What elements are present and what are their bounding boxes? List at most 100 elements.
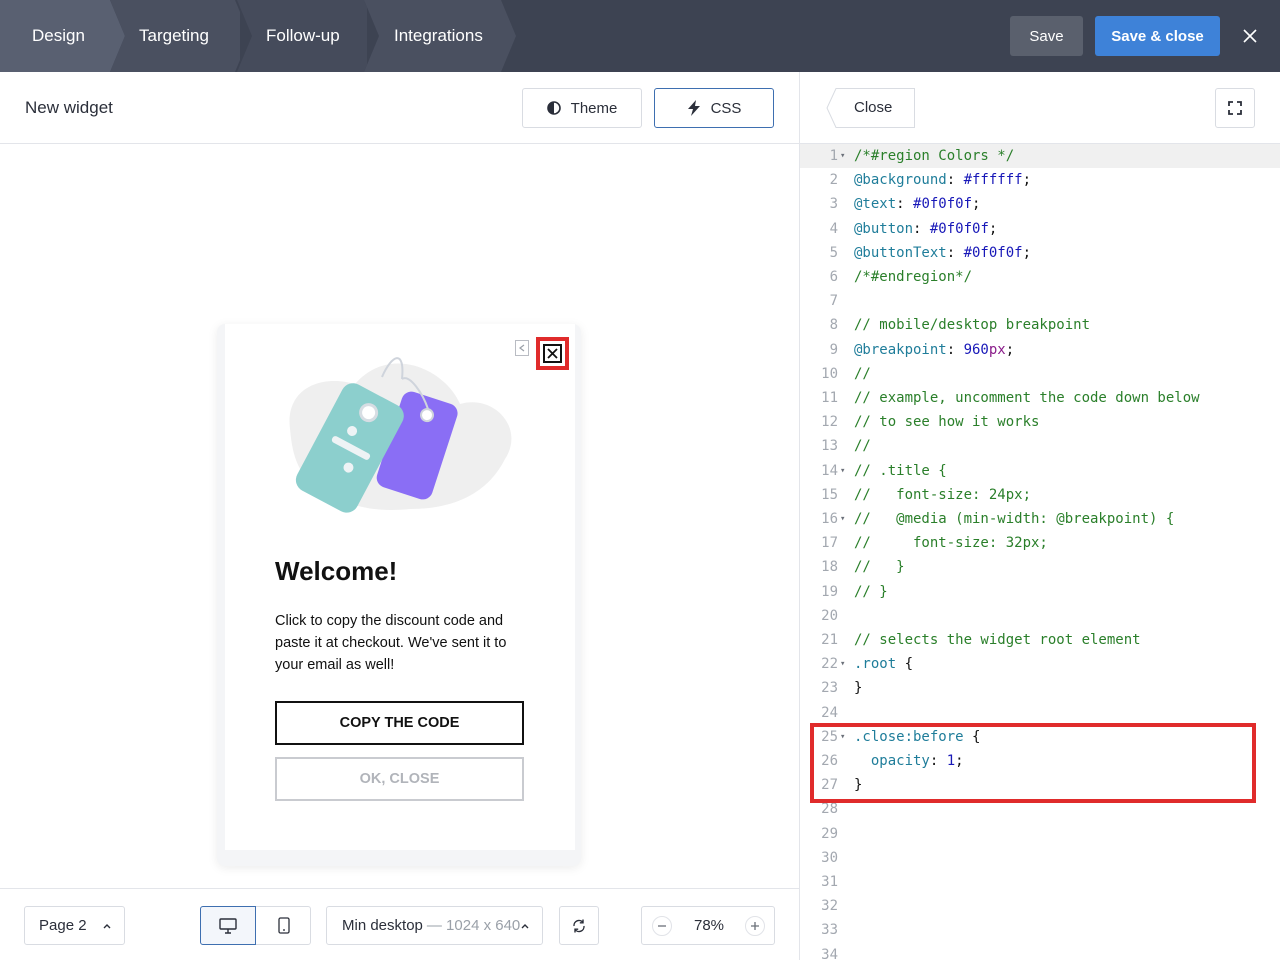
- line-number: 12: [821, 414, 838, 431]
- code-text: // }: [854, 559, 905, 576]
- code-line[interactable]: 23}: [800, 676, 1280, 700]
- line-number: 9: [829, 341, 838, 358]
- line-number: 6: [829, 269, 838, 285]
- code-line[interactable]: 22 ▾ .root {: [800, 652, 1280, 676]
- code-line[interactable]: 31: [800, 870, 1280, 894]
- line-number: 2: [829, 172, 838, 189]
- code-text: .root {: [854, 656, 914, 673]
- widget-close-button[interactable]: [543, 344, 562, 363]
- line-number: 3: [829, 196, 838, 213]
- save-button[interactable]: Save: [1010, 16, 1083, 56]
- line-number: 15: [821, 486, 838, 503]
- close-css-button[interactable]: Close: [826, 88, 915, 128]
- line-number: 30: [821, 849, 838, 866]
- chevron-left-icon: [519, 344, 525, 352]
- zoom-out-button[interactable]: [652, 916, 672, 936]
- code-line[interactable]: 6 /*#endregion*/: [800, 265, 1280, 289]
- code-line[interactable]: 16 ▾ // @media (min-width: @breakpoint) {: [800, 507, 1280, 531]
- step-label: Follow-up: [266, 26, 340, 45]
- line-number: 17: [821, 535, 838, 552]
- code-line[interactable]: 2 @background: #ffffff;: [800, 168, 1280, 192]
- code-highlight-box: [810, 723, 1256, 803]
- code-line[interactable]: 17 // font-size: 32px;: [800, 531, 1280, 555]
- fold-arrow-icon[interactable]: ▾: [840, 507, 845, 531]
- code-line[interactable]: 10 //: [800, 362, 1280, 386]
- code-line[interactable]: 18 // }: [800, 555, 1280, 579]
- line-number: 1: [829, 148, 838, 164]
- code-text: /*#endregion*/: [854, 269, 973, 285]
- theme-button[interactable]: Theme: [522, 88, 642, 128]
- fold-arrow-icon[interactable]: ▾: [840, 652, 845, 676]
- fold-arrow-icon[interactable]: ▾: [840, 144, 845, 168]
- code-line[interactable]: 5 @buttonText: #0f0f0f;: [800, 241, 1280, 265]
- code-line[interactable]: 13 //: [800, 434, 1280, 458]
- code-line[interactable]: 15 // font-size: 24px;: [800, 483, 1280, 507]
- widget-close-button-highlight[interactable]: [536, 337, 569, 370]
- rotate-button[interactable]: [559, 906, 599, 945]
- close-editor-button[interactable]: [1238, 24, 1262, 48]
- minus-icon: [658, 925, 666, 927]
- code-line[interactable]: 34: [800, 943, 1280, 967]
- code-editor[interactable]: 1 ▾/*#region Colors */2 @background: #ffff…: [800, 144, 1280, 963]
- step-follow-up[interactable]: Follow-up: [237, 0, 367, 72]
- widget-prev-button[interactable]: [515, 340, 529, 356]
- code-text: @breakpoint: 960px;: [854, 341, 1015, 358]
- code-text: @button: #0f0f0f;: [854, 220, 998, 237]
- step-targeting[interactable]: Targeting: [110, 0, 240, 72]
- code-line[interactable]: 7: [800, 289, 1280, 313]
- copy-code-button[interactable]: COPY THE CODE: [275, 701, 524, 745]
- code-text: // example, uncomment the code down belo…: [854, 390, 1200, 406]
- zoom-in-button[interactable]: [745, 916, 765, 936]
- code-line[interactable]: 21 // selects the widget root element: [800, 628, 1280, 652]
- code-line[interactable]: 9 @breakpoint: 960px;: [800, 338, 1280, 362]
- code-line[interactable]: 4 @button: #0f0f0f;: [800, 217, 1280, 241]
- css-label: CSS: [710, 99, 742, 117]
- page-label: Page 2: [39, 917, 87, 934]
- mobile-icon: [278, 917, 290, 934]
- ok-close-button[interactable]: OK, CLOSE: [275, 757, 524, 801]
- step-design[interactable]: Design: [0, 0, 128, 72]
- css-button[interactable]: CSS: [654, 88, 774, 128]
- widget-name: New widget: [25, 98, 113, 117]
- code-line[interactable]: 1 ▾ /*#region Colors */: [800, 144, 1280, 168]
- preview-header: New widget Theme CSS: [0, 72, 800, 144]
- rotate-icon: [573, 919, 585, 932]
- widget-preview: Welcome! Click to copy the discount code…: [225, 324, 575, 850]
- code-line[interactable]: 32: [800, 894, 1280, 918]
- widget-heading: Welcome!: [275, 556, 398, 586]
- discount-tag-illustration: [289, 357, 512, 513]
- code-text: }: [854, 680, 863, 697]
- step-label: Design: [32, 26, 85, 45]
- code-line[interactable]: 11 // example, uncomment the code down be…: [800, 386, 1280, 410]
- code-line[interactable]: 20: [800, 604, 1280, 628]
- zoom-level: 78%: [694, 917, 725, 934]
- close-css-label: Close: [854, 99, 893, 116]
- fold-arrow-icon[interactable]: ▾: [840, 459, 845, 483]
- code-line[interactable]: 19 // }: [800, 580, 1280, 604]
- code-line[interactable]: 24: [800, 701, 1280, 725]
- code-text: // to see how it works: [854, 414, 1040, 431]
- lightning-icon: [687, 100, 700, 116]
- line-number: 29: [821, 825, 838, 842]
- code-line[interactable]: 8 // mobile/desktop breakpoint: [800, 313, 1280, 337]
- desktop-view-button[interactable]: [200, 906, 256, 945]
- code-line[interactable]: 29: [800, 822, 1280, 846]
- step-label: Targeting: [139, 26, 209, 45]
- resolution-selector[interactable]: Min desktop — 1024 x 640: [326, 906, 543, 945]
- code-line[interactable]: 30: [800, 846, 1280, 870]
- save-and-close-button[interactable]: Save & close: [1095, 16, 1220, 56]
- code-line[interactable]: 12 // to see how it works: [800, 410, 1280, 434]
- mobile-view-button[interactable]: [257, 907, 311, 944]
- code-text: @text: #0f0f0f;: [854, 196, 981, 213]
- fullscreen-button[interactable]: [1215, 88, 1255, 128]
- chevron-up-icon: [103, 924, 111, 929]
- code-line[interactable]: 14 ▾ // .title {: [800, 459, 1280, 483]
- close-icon: [547, 348, 558, 359]
- code-line[interactable]: 33: [800, 918, 1280, 942]
- step-integrations[interactable]: Integrations: [364, 0, 516, 72]
- code-line[interactable]: 3 @text: #0f0f0f;: [800, 192, 1280, 216]
- preview-panel: New widget Theme CSS Welcome! Click to c…: [0, 72, 800, 960]
- code-text: // mobile/desktop breakpoint: [854, 317, 1091, 334]
- page-selector[interactable]: Page 2: [24, 906, 125, 945]
- css-editor-panel: Close 1 ▾/*#region Colors */2 @background:…: [800, 72, 1280, 963]
